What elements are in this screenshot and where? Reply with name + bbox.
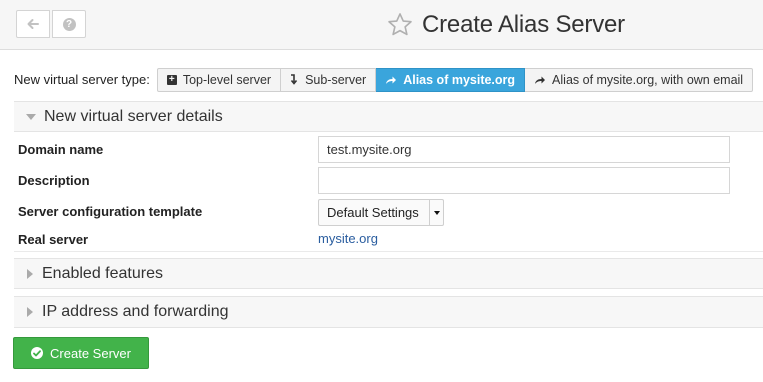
domain-name-input[interactable]: test.mysite.org <box>318 136 730 163</box>
star-outline-icon[interactable] <box>386 11 414 39</box>
section-title: Enabled features <box>42 264 163 282</box>
template-selected-value: Default Settings <box>327 205 419 220</box>
server-type-row: New virtual server type: + Top-level ser… <box>14 67 754 92</box>
section-title: New virtual server details <box>44 107 223 125</box>
top-toolbar: ? Create Alias Server <box>0 0 763 50</box>
server-type-label: New virtual server type: <box>14 72 150 87</box>
plus-square-icon: + <box>166 74 177 85</box>
template-label: Server configuration template <box>18 204 203 219</box>
details-section-header[interactable]: New virtual server details <box>14 101 763 132</box>
description-input[interactable] <box>318 167 730 194</box>
arrow-left-icon <box>27 19 39 29</box>
chevron-down-icon <box>429 200 443 225</box>
type-option-label: Alias of mysite.org <box>403 72 516 87</box>
type-top-level-server-button[interactable]: + Top-level server <box>156 67 282 92</box>
server-type-selector: + Top-level server Sub-server Alias of m… <box>156 67 754 92</box>
caret-down-icon <box>26 113 36 120</box>
arrow-turn-down-icon <box>290 74 298 85</box>
page-title-group: Create Alias Server <box>386 8 625 42</box>
template-select[interactable]: Default Settings <box>318 199 444 226</box>
divider <box>14 251 763 252</box>
create-server-button[interactable]: Create Server <box>13 337 149 369</box>
page-title: Create Alias Server <box>422 11 625 38</box>
type-option-label: Alias of mysite.org, with own email <box>552 72 744 87</box>
real-server-label: Real server <box>18 232 89 247</box>
caret-right-icon <box>27 268 33 279</box>
real-server-link[interactable]: mysite.org <box>318 231 378 246</box>
back-button[interactable] <box>16 10 50 38</box>
domain-name-label: Domain name <box>18 142 104 157</box>
caret-right-icon <box>27 307 33 317</box>
share-arrow-icon <box>535 76 546 84</box>
check-circle-icon <box>31 347 44 359</box>
type-alias-button[interactable]: Alias of mysite.org <box>376 67 526 92</box>
type-sub-server-button[interactable]: Sub-server <box>281 67 377 92</box>
question-circle-icon: ? <box>62 17 76 31</box>
type-option-label: Sub-server <box>305 72 367 87</box>
features-section-header[interactable]: Enabled features <box>14 258 763 289</box>
type-option-label: Top-level server <box>182 72 272 87</box>
ip-forwarding-section-header[interactable]: IP address and forwarding <box>14 296 763 328</box>
create-server-label: Create Server <box>50 345 131 361</box>
section-title: IP address and forwarding <box>42 303 229 320</box>
help-button[interactable]: ? <box>52 10 86 38</box>
share-arrow-icon <box>386 76 397 84</box>
description-label: Description <box>18 173 90 188</box>
type-alias-with-email-button[interactable]: Alias of mysite.org, with own email <box>525 67 754 92</box>
